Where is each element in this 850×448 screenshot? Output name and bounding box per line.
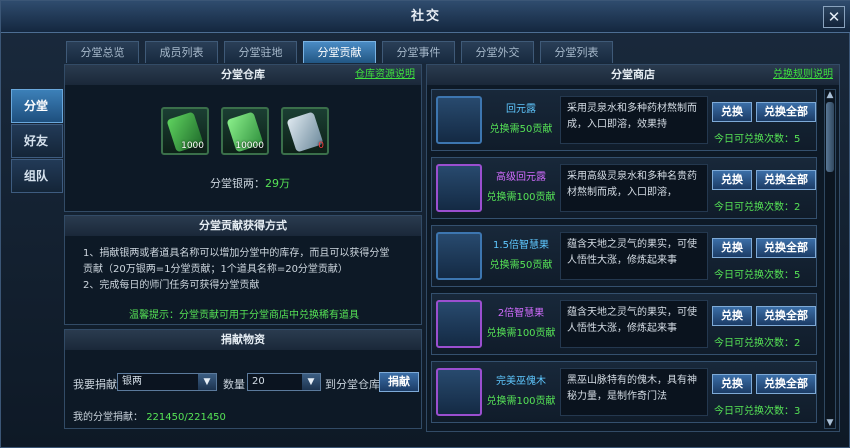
qty-select[interactable]: 20 ▼ <box>247 373 321 391</box>
tab-members[interactable]: 成员列表 <box>145 41 218 63</box>
shop-title: 分堂商店 <box>611 68 655 81</box>
method-line-3: 2、完成每日的师门任务可获得分堂贡献 <box>83 280 260 291</box>
item-times: 今日可兑换次数：5 <box>714 134 801 145</box>
tab-events[interactable]: 分堂事件 <box>382 41 455 63</box>
silver-value: 29万 <box>265 177 290 190</box>
scroll-up-icon[interactable]: ▲ <box>825 90 835 100</box>
exchange-all-button[interactable]: 兑换全部 <box>756 374 816 394</box>
item-times: 今日可兑换次数：3 <box>714 406 801 417</box>
social-window: 社交 ✕ 分堂 好友 组队 分堂总览 成员列表 分堂驻地 分堂贡献 分堂事件 分… <box>0 0 850 448</box>
exchange-all-button[interactable]: 兑换全部 <box>756 238 816 258</box>
slot-count: 1000 <box>181 141 204 151</box>
wisdom-fruit-icon[interactable] <box>436 232 482 280</box>
donate-panel: 捐献物资 我要捐献 银两 ▼ 数量 20 ▼ 到分堂仓库 捐献 我的分堂捐献： 22… <box>64 329 422 429</box>
item-cost: 兑换需100贡献 <box>486 396 556 407</box>
method-tip: 温馨提示：分堂贡献可用于分堂商店中兑换稀有道具 <box>129 310 359 321</box>
tab-overview[interactable]: 分堂总览 <box>66 41 139 63</box>
exchange-button[interactable]: 兑换 <box>712 102 752 122</box>
item-cost: 兑换需50贡献 <box>489 124 553 135</box>
tab-station[interactable]: 分堂驻地 <box>224 41 297 63</box>
item-desc: 采用高级灵泉水和多种名贵药材熬制而成，入口即溶， <box>560 164 708 212</box>
title-bar: 社交 ✕ <box>1 1 850 33</box>
item-desc: 采用灵泉水和多种药材熬制而成，入口即溶，效果持 <box>560 96 708 144</box>
exchange-all-button[interactable]: 兑换全部 <box>756 170 816 190</box>
side-tabs: 分堂 好友 组队 <box>11 89 63 194</box>
silver-row: 分堂银两：29万 <box>210 175 290 191</box>
donate-title: 捐献物资 <box>65 330 421 350</box>
wisdom-fruit-2-icon[interactable] <box>436 300 482 348</box>
donate-item-value: 银两 <box>122 376 142 387</box>
exchange-button[interactable]: 兑换 <box>712 306 752 326</box>
exchange-button[interactable]: 兑换 <box>712 170 752 190</box>
tab-list[interactable]: 分堂列表 <box>540 41 613 63</box>
exchange-all-button[interactable]: 兑换全部 <box>756 102 816 122</box>
shop-scrollbar[interactable]: ▲ ▼ <box>824 89 836 429</box>
my-donation: 我的分堂捐献： 221450/221450 <box>73 408 226 423</box>
warehouse-slot[interactable]: 1000 <box>161 107 209 155</box>
top-tabs: 分堂总览 成员列表 分堂驻地 分堂贡献 分堂事件 分堂外交 分堂列表 <box>66 41 619 63</box>
warehouse-panel: 分堂仓库 仓库资源说明 1000 10000 0 分堂银两：29万 <box>64 64 422 212</box>
item-cost: 兑换需50贡献 <box>489 260 553 271</box>
warehouse-slot[interactable]: 0 <box>281 107 329 155</box>
slot-count: 10000 <box>235 141 264 151</box>
to-warehouse-label: 到分堂仓库 <box>325 378 380 391</box>
puppet-wood-icon[interactable] <box>436 368 482 416</box>
item-times: 今日可兑换次数：2 <box>714 202 801 213</box>
shop-item: 2倍智慧果 兑换需100贡献 蕴含天地之灵气的果实，可使人悟性大涨，修炼起来事 … <box>431 293 817 355</box>
methods-panel: 分堂贡献获得方式 1、捐献银两或者道具名称可以增加分堂中的库存，而且可以获得分堂… <box>64 215 422 325</box>
side-tab-team[interactable]: 组队 <box>11 159 63 193</box>
donate-item-select[interactable]: 银两 ▼ <box>117 373 217 391</box>
my-donation-label: 我的分堂捐献： <box>73 412 143 423</box>
item-desc: 蕴含天地之灵气的果实，可使人悟性大涨，修炼起来事 <box>560 232 708 280</box>
item-name: 2倍智慧果 <box>497 308 545 319</box>
item-name: 完美巫傀木 <box>496 376 546 387</box>
chevron-down-icon: ▼ <box>302 374 320 390</box>
shop-item: 高级回元露 兑换需100贡献 采用高级灵泉水和多种名贵药材熬制而成，入口即溶， … <box>431 157 817 219</box>
side-tab-branch[interactable]: 分堂 <box>11 89 63 123</box>
side-tab-friends[interactable]: 好友 <box>11 124 63 158</box>
slot-count: 0 <box>318 141 324 151</box>
item-desc: 蕴含天地之灵气的果实，可使人悟性大涨，修炼起来事 <box>560 300 708 348</box>
item-cost: 兑换需100贡献 <box>486 192 556 203</box>
donate-button[interactable]: 捐献 <box>379 372 419 392</box>
exchange-button[interactable]: 兑换 <box>712 374 752 394</box>
silver-label: 分堂银两： <box>210 177 265 190</box>
donate-want-label: 我要捐献 <box>73 378 117 391</box>
scroll-thumb[interactable] <box>826 102 834 172</box>
shop-item: 完美巫傀木 兑换需100贡献 黑巫山脉特有的傀木，具有神秘力量，是制作奇门法 兑… <box>431 361 817 423</box>
qty-label: 数量 <box>223 378 245 391</box>
item-times: 今日可兑换次数：2 <box>714 338 801 349</box>
item-desc: 黑巫山脉特有的傀木，具有神秘力量，是制作奇门法 <box>560 368 708 416</box>
chevron-down-icon: ▼ <box>198 374 216 390</box>
window-title: 社交 <box>410 9 441 24</box>
close-button[interactable]: ✕ <box>823 6 845 28</box>
warehouse-title: 分堂仓库 <box>221 68 265 81</box>
methods-title: 分堂贡献获得方式 <box>65 216 421 236</box>
warehouse-slot[interactable]: 10000 <box>221 107 269 155</box>
exchange-button[interactable]: 兑换 <box>712 238 752 258</box>
scroll-down-icon[interactable]: ▼ <box>825 418 835 428</box>
shop-rules-link[interactable]: 兑换规则说明 <box>773 65 833 85</box>
shop-item: 1.5倍智慧果 兑换需50贡献 蕴含天地之灵气的果实，可使人悟性大涨，修炼起来事… <box>431 225 817 287</box>
crown-potion-icon[interactable] <box>436 164 482 212</box>
qty-value: 20 <box>252 376 265 387</box>
method-line-2: 贡献（20万银两=1分堂贡献；1个道具名称=20分堂贡献） <box>83 264 348 275</box>
item-cost: 兑换需100贡献 <box>486 328 556 339</box>
tab-diplomacy[interactable]: 分堂外交 <box>461 41 534 63</box>
warehouse-help-link[interactable]: 仓库资源说明 <box>355 65 415 85</box>
my-donation-value: 221450/221450 <box>146 412 226 423</box>
item-name: 1.5倍智慧果 <box>493 240 549 251</box>
method-line-1: 1、捐献银两或者道具名称可以增加分堂中的库存，而且可以获得分堂 <box>83 248 390 259</box>
tab-contribution[interactable]: 分堂贡献 <box>303 41 376 63</box>
item-name: 高级回元露 <box>496 172 546 183</box>
red-potion-icon[interactable] <box>436 96 482 144</box>
item-name: 回元露 <box>506 104 536 115</box>
exchange-all-button[interactable]: 兑换全部 <box>756 306 816 326</box>
shop-item: 回元露 兑换需50贡献 采用灵泉水和多种药材熬制而成，入口即溶，效果持 兑换 兑… <box>431 89 817 151</box>
item-times: 今日可兑换次数：5 <box>714 270 801 281</box>
